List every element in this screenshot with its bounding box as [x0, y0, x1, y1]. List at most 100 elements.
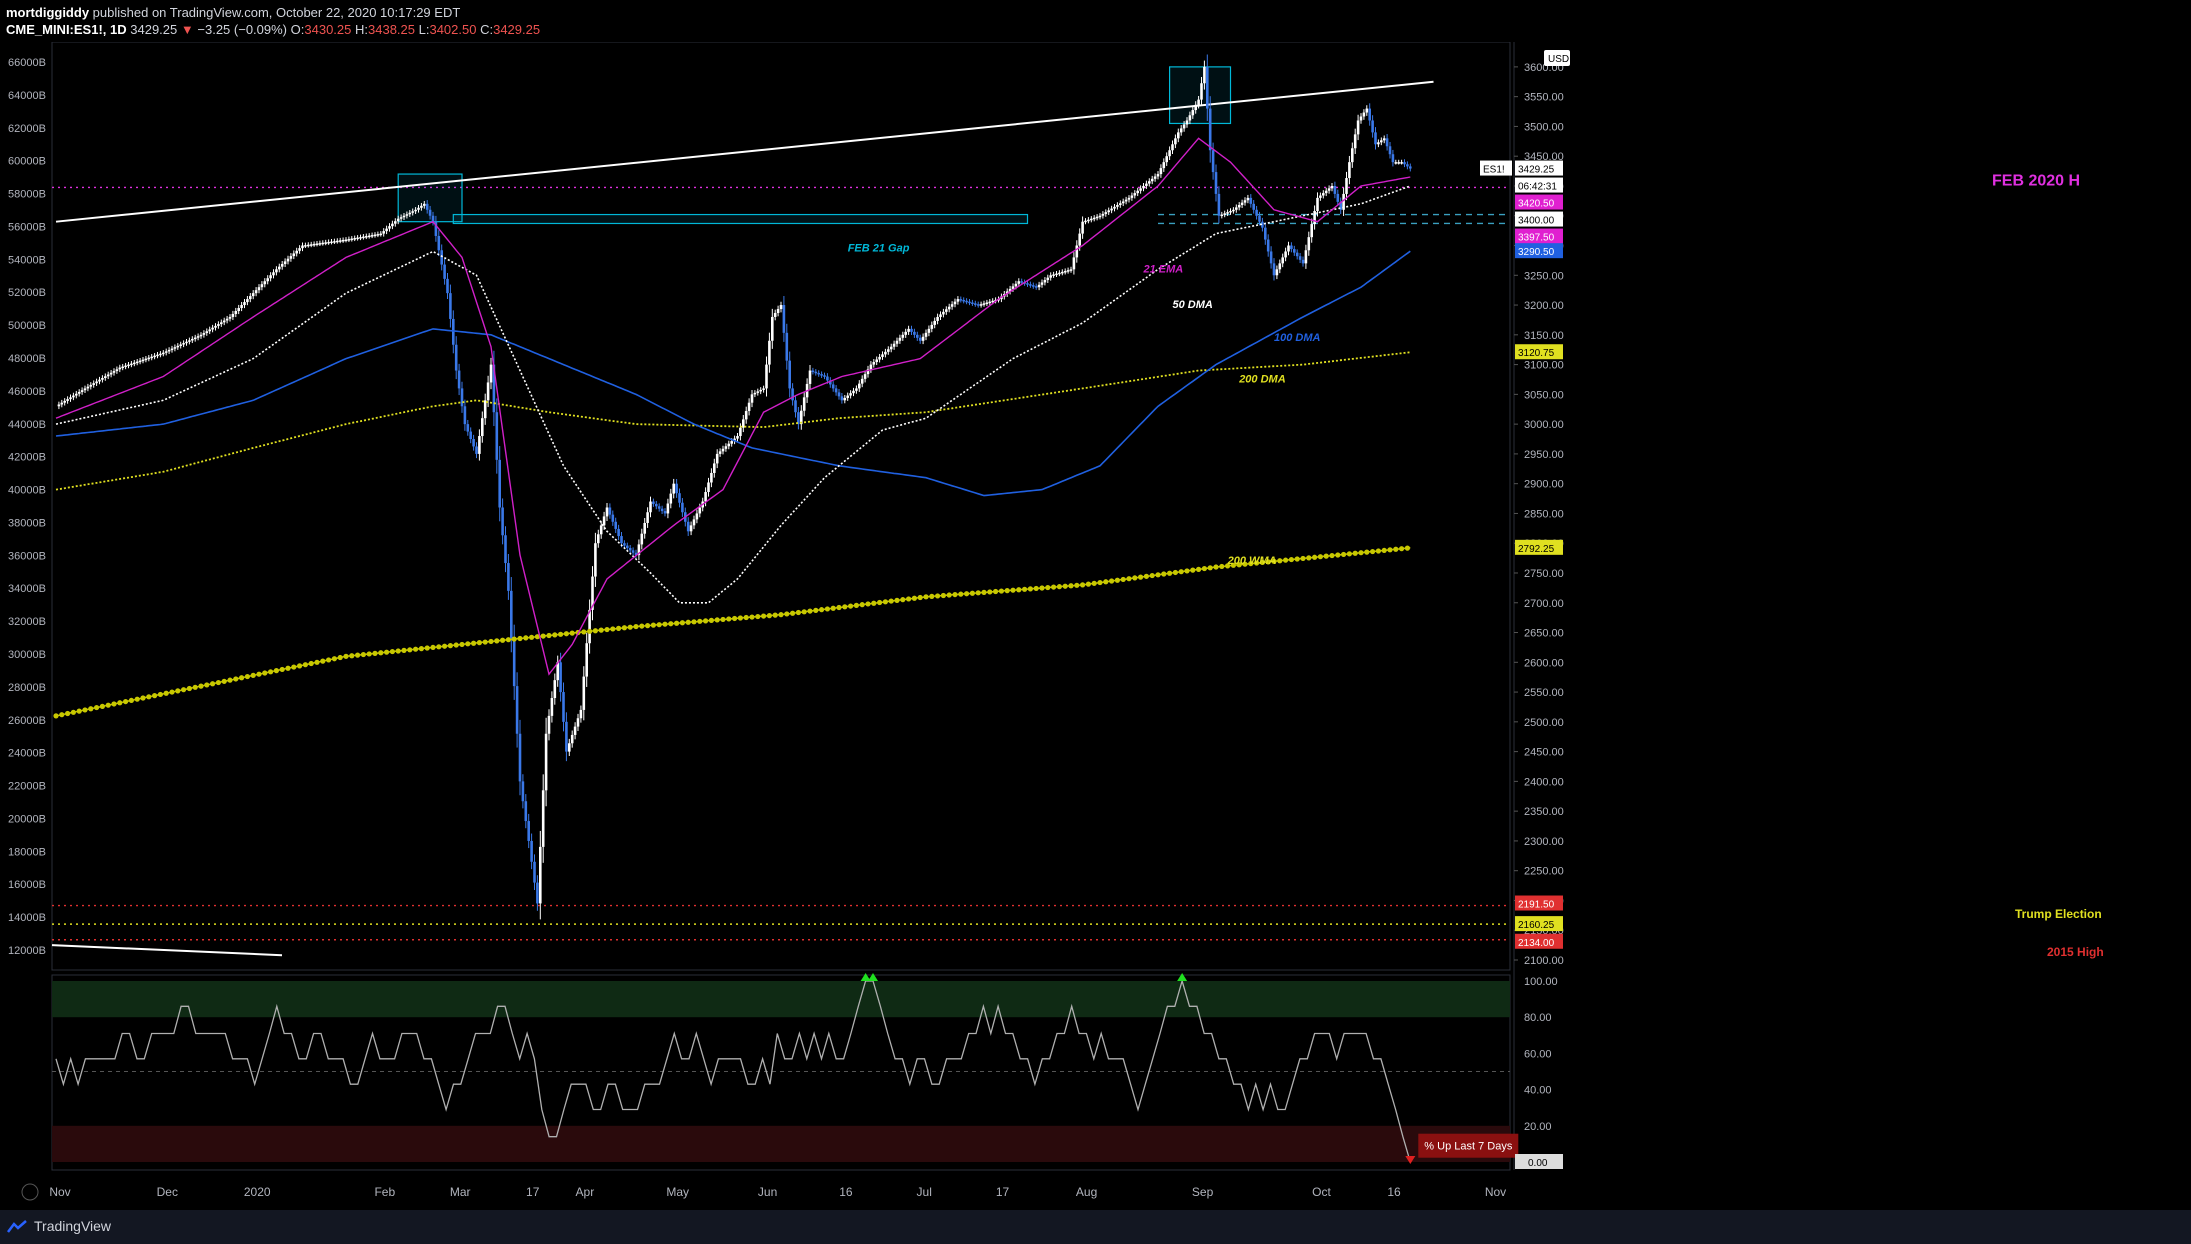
candle-body	[730, 441, 733, 444]
candle-body	[164, 351, 168, 353]
candle-body	[1084, 220, 1087, 223]
candle-body	[930, 324, 934, 329]
wma200-dot	[314, 659, 320, 665]
wma200-dot	[679, 620, 686, 626]
candle-body	[1087, 219, 1090, 222]
candle-body	[1069, 269, 1073, 271]
indicator-axis-tick: 100.00	[1524, 976, 1558, 988]
wma200-dot	[430, 644, 436, 651]
candle-body	[1153, 176, 1157, 179]
wma200-dot	[540, 633, 546, 639]
wma200-dot	[894, 597, 900, 603]
candle-body	[1090, 218, 1093, 221]
candle-body	[913, 331, 916, 335]
wma200-dot	[163, 690, 169, 696]
wma200-dot	[1381, 547, 1387, 554]
wma200-dot	[494, 638, 500, 644]
candle-body	[956, 299, 960, 302]
candle-body	[776, 309, 780, 313]
candle-body	[1020, 281, 1023, 283]
candle-body	[1110, 208, 1113, 211]
left-axis-tick: 28000B	[8, 682, 46, 694]
candle-body	[747, 402, 751, 412]
close-value: 3429.25	[493, 22, 541, 37]
symbol-name[interactable]: CME_MINI:ES1!, 1D	[6, 22, 127, 37]
wma200-dot	[88, 706, 94, 712]
candle-body	[1377, 142, 1380, 145]
candle-body	[863, 374, 867, 379]
wma200-dot	[505, 637, 511, 643]
wma200-dot	[656, 622, 662, 628]
high-value: 3438.25	[368, 22, 415, 37]
candle-body	[858, 383, 861, 389]
candle-body	[269, 275, 272, 279]
candle-body	[130, 363, 133, 366]
wma200-dot	[1358, 550, 1364, 556]
time-axis-tick: Nov	[1485, 1185, 1506, 1199]
wma200-dot	[1178, 569, 1184, 575]
candle-body	[1133, 193, 1137, 196]
candle-body	[1165, 156, 1168, 163]
wma200-dot	[732, 615, 738, 622]
candle-body	[1107, 210, 1110, 213]
chart-canvas[interactable]: 12000B 14000B 16000B 18000B 20000B 22000B 2400…	[0, 0, 2191, 1244]
candle-body	[1266, 239, 1270, 252]
candle-body	[898, 337, 902, 341]
candle-body	[988, 301, 992, 304]
candle-body	[243, 302, 246, 306]
candle-body	[193, 337, 197, 340]
candle-body	[889, 346, 893, 350]
candle-body	[254, 290, 258, 294]
candle-body	[1179, 128, 1183, 133]
candle-body	[440, 250, 443, 265]
candle-body	[1368, 108, 1371, 121]
candle-body	[150, 356, 153, 359]
wma200-dot	[958, 591, 964, 597]
candle-body	[449, 293, 452, 319]
candle-body	[539, 846, 542, 904]
candle-body	[182, 343, 185, 345]
candle-body	[852, 390, 855, 394]
price-axis-tick: 2850.00	[1524, 508, 1564, 520]
candle-body	[918, 337, 922, 341]
candle-body	[933, 320, 936, 325]
candle-body	[660, 508, 664, 512]
wma200-dot	[795, 609, 802, 616]
wma200-dot	[418, 646, 424, 652]
tradingview-logo-icon	[7, 1220, 27, 1234]
candle-body	[1191, 110, 1195, 116]
wma200-dot	[969, 590, 976, 596]
wma200-dot	[146, 694, 152, 700]
wma200-dot	[1352, 550, 1358, 556]
candle-body	[1406, 164, 1409, 167]
wma200-dot	[569, 630, 575, 636]
wma200-dot	[250, 672, 256, 678]
wma200-dot	[946, 592, 952, 598]
wma200-dot	[285, 665, 291, 671]
wma200-dot	[1387, 547, 1393, 553]
candle-body	[411, 211, 414, 213]
left-axis-tick: 54000B	[8, 254, 46, 266]
wma200-dot	[888, 598, 894, 604]
candle-body	[1150, 178, 1154, 182]
candle-body	[715, 453, 719, 464]
author-name[interactable]: mortdiggiddy	[6, 5, 89, 20]
candle-body	[1119, 203, 1122, 206]
candle-body	[420, 205, 423, 208]
candle-body	[1203, 66, 1206, 84]
candle-body	[1301, 259, 1305, 264]
publish-info: published on TradingView.com, October 22…	[92, 5, 461, 20]
wma200-dot	[424, 645, 430, 651]
wma200-dot	[621, 625, 628, 631]
candle-body	[483, 400, 487, 419]
candle-body	[1356, 120, 1360, 135]
candle-body	[1255, 209, 1258, 216]
candle-body	[251, 293, 255, 297]
wma200-dot	[500, 637, 506, 643]
candle-body	[614, 521, 617, 529]
candle-body	[1136, 190, 1139, 194]
tradingview-logo[interactable]: TradingView	[6, 1218, 111, 1234]
wma200-dot	[384, 649, 390, 655]
candle-body	[1336, 193, 1340, 202]
wma200-dot	[819, 607, 825, 613]
